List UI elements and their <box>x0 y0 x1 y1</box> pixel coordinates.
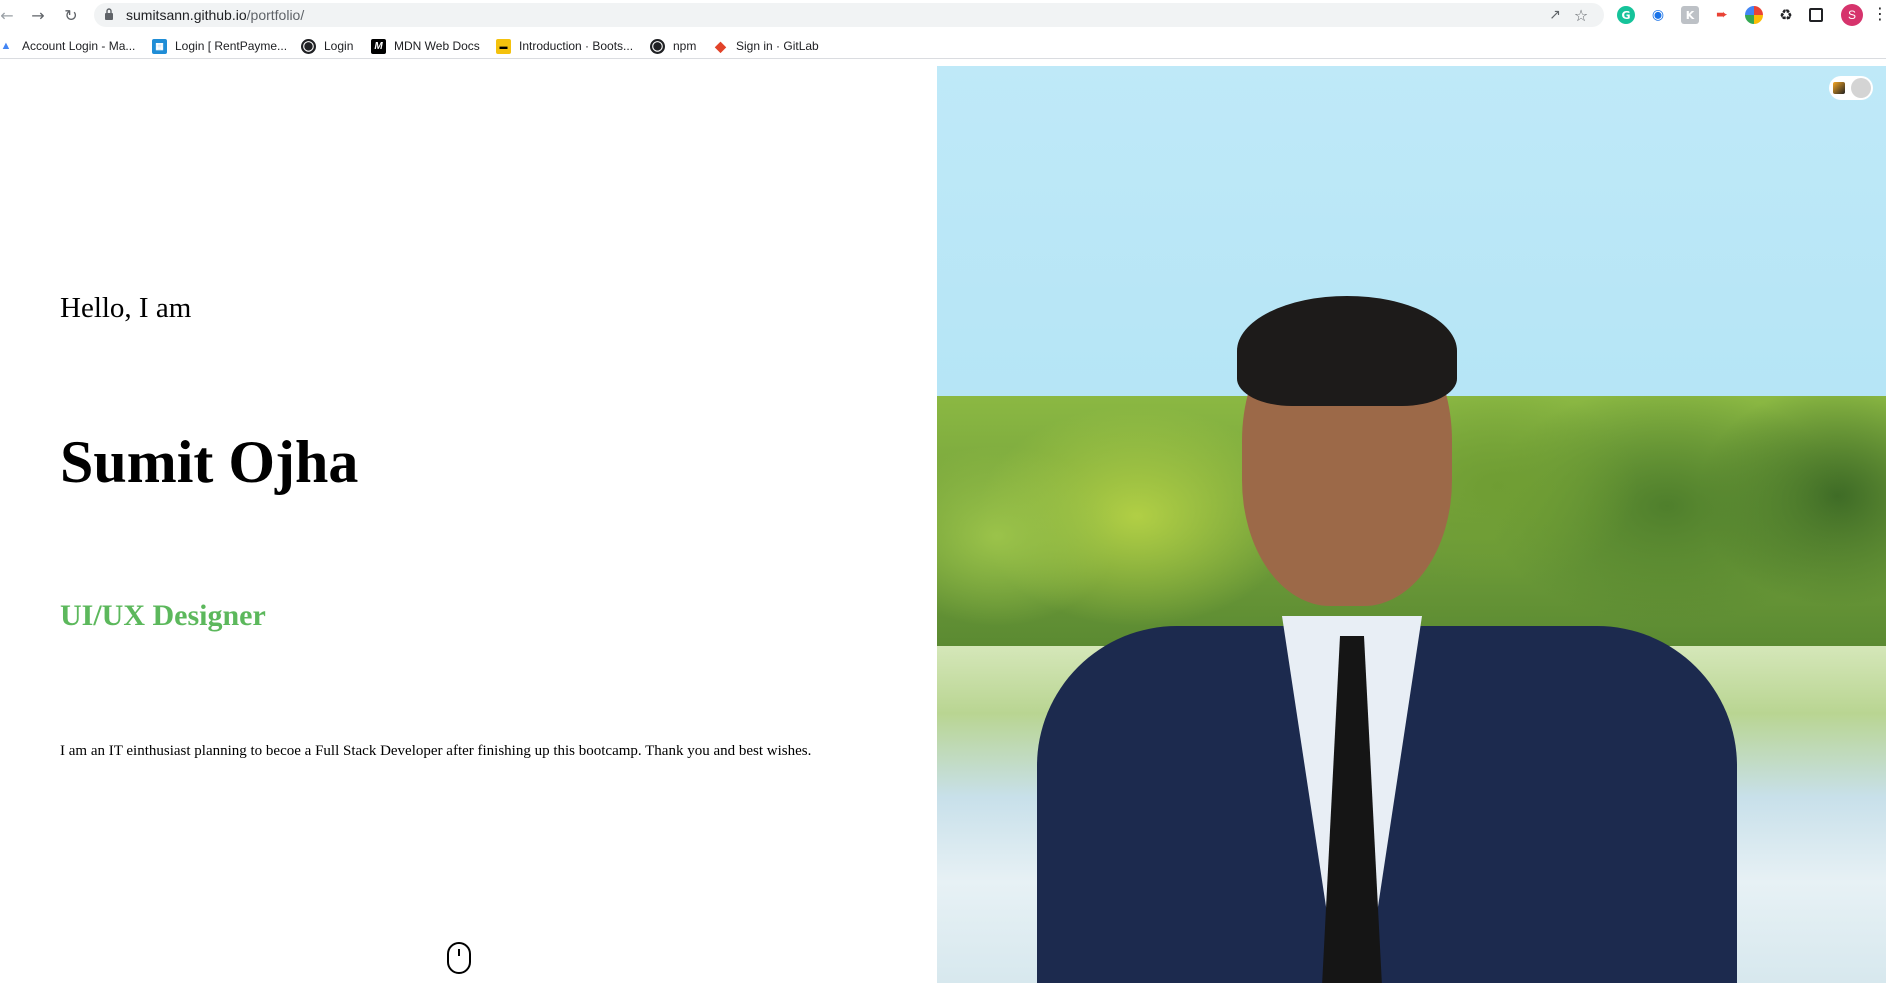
rentpayment-icon: ▦ <box>152 38 167 54</box>
bookmark-gitlab[interactable]: ◆ Sign in · GitLab <box>713 37 819 55</box>
profile-avatar[interactable]: S <box>1841 4 1863 26</box>
hero-intro: Hello, I am Sumit Ojha UI/UX Designer I … <box>0 66 937 983</box>
bookmark-label: MDN Web Docs <box>394 39 480 53</box>
profile-photo <box>937 66 1886 983</box>
url-host: sumitsann.github.io <box>126 7 247 23</box>
puzzle-icon[interactable]: ♻ <box>1777 6 1795 24</box>
bookmark-label: Introduction · Boots... <box>519 39 634 53</box>
hero-name: Sumit Ojha <box>60 429 359 495</box>
extension-arrow-icon[interactable]: ➨ <box>1713 6 1731 24</box>
bookmark-login[interactable]: ◯ Login <box>301 37 353 55</box>
bookmark-rentpayment[interactable]: ▦ Login [ RentPayme... <box>152 37 287 55</box>
url-text: sumitsann.github.io/portfolio/ <box>126 7 304 23</box>
theme-toggle-knob <box>1851 78 1871 98</box>
back-icon[interactable]: ← <box>0 4 18 26</box>
bookmark-label: Account Login - Ma... <box>22 39 136 53</box>
bookmark-label: Login <box>324 39 354 53</box>
bookmark-npm[interactable]: ◯ npm <box>650 37 696 55</box>
bookmark-label: Sign in · GitLab <box>736 39 819 53</box>
url-path: /portfolio/ <box>246 7 305 23</box>
greeting-text: Hello, I am <box>60 292 192 324</box>
theme-toggle[interactable] <box>1829 76 1873 100</box>
star-icon[interactable]: ☆ <box>1572 6 1590 25</box>
theme-toggle-icon <box>1833 82 1845 94</box>
hero-bio: I am an IT einthusiast planning to becoe… <box>60 743 812 759</box>
google-cloud-icon: ▲ <box>0 40 12 52</box>
gitlab-icon: ◆ <box>715 37 726 54</box>
photo-person <box>997 216 1777 983</box>
bootstrap-icon: ▬ <box>496 38 511 54</box>
scroll-wheel <box>458 949 460 956</box>
bookmark-bootstrap[interactable]: ▬ Introduction · Boots... <box>496 37 633 55</box>
scroll-down-icon[interactable] <box>447 942 471 974</box>
extension-k-icon[interactable]: K <box>1681 6 1699 24</box>
side-panel-icon[interactable] <box>1809 8 1823 22</box>
bookmark-label: npm <box>673 39 697 53</box>
globe-icon: ◯ <box>301 38 316 54</box>
address-bar[interactable]: sumitsann.github.io/portfolio/ ↗ ☆ <box>94 3 1604 27</box>
share-icon[interactable]: ↗ <box>1546 6 1564 24</box>
hero-role: UI/UX Designer <box>60 599 266 632</box>
bookmark-mdn[interactable]: M MDN Web Docs <box>371 37 480 55</box>
browser-toolbar: ← → ↻ sumitsann.github.io/portfolio/ ↗ ☆… <box>0 0 1886 30</box>
extension-binoculars-icon[interactable]: ◉ <box>1649 6 1667 24</box>
bookmarks-bar: ▲ Account Login - Ma... ▦ Login [ RentPaym… <box>0 33 1886 59</box>
lock-icon <box>105 8 113 20</box>
globe-icon: ◯ <box>650 38 665 54</box>
portfolio-page: Hello, I am Sumit Ojha UI/UX Designer I … <box>0 66 1886 983</box>
forward-icon[interactable]: → <box>27 4 49 26</box>
color-picker-icon[interactable] <box>1745 6 1763 24</box>
grammarly-icon[interactable]: G <box>1617 6 1635 24</box>
mdn-icon: M <box>371 38 386 54</box>
menu-icon[interactable]: ⋮ <box>1872 4 1886 23</box>
bookmark-label: Login [ RentPayme... <box>175 39 288 53</box>
reload-icon[interactable]: ↻ <box>60 4 82 26</box>
photo-hair <box>1237 296 1457 406</box>
bookmark-account-login[interactable]: ▲ Account Login - Ma... <box>0 37 136 55</box>
